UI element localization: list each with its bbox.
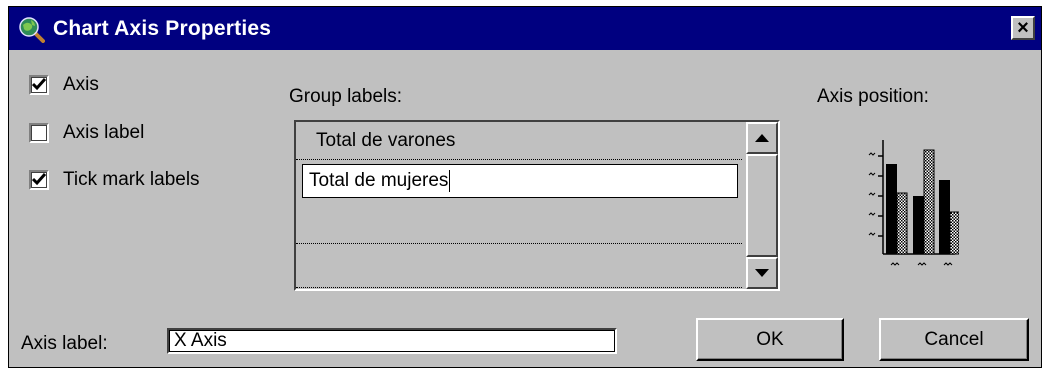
group-labels-list[interactable]: Total de varones Total de mujeres: [294, 120, 780, 291]
cancel-button[interactable]: Cancel: [879, 318, 1029, 361]
group-label-row[interactable]: Total de varones: [296, 122, 742, 160]
cancel-button-label: Cancel: [924, 328, 984, 350]
group-label-row[interactable]: [296, 244, 742, 288]
axis-checkbox[interactable]: [29, 75, 49, 95]
group-label-text: Total de varones: [316, 129, 456, 151]
close-icon: ×: [1017, 17, 1029, 39]
app-globe-icon: [17, 15, 45, 43]
ok-button[interactable]: OK: [696, 318, 844, 361]
close-button[interactable]: ×: [1011, 16, 1035, 40]
axis-position-heading: Axis position:: [817, 86, 929, 107]
axis-position-preview-icon[interactable]: [859, 130, 960, 270]
axis-checkbox-label: Axis: [63, 74, 99, 95]
scroll-thumb[interactable]: [746, 154, 778, 257]
group-label-edit-text: Total de mujeres: [309, 170, 449, 191]
axis-label-input[interactable]: X Axis: [167, 328, 617, 354]
axis-label-checkbox[interactable]: [29, 123, 49, 143]
axis-label-value: X Axis: [174, 330, 227, 351]
ok-button-label: OK: [756, 328, 784, 350]
scroll-up-button[interactable]: [746, 122, 778, 154]
group-label-edit-field[interactable]: Total de mujeres: [302, 164, 738, 198]
group-label-row[interactable]: [296, 202, 742, 244]
scroll-down-button[interactable]: [746, 257, 778, 289]
checkmark-icon: [32, 78, 46, 91]
tick-mark-labels-option[interactable]: Tick mark labels: [29, 168, 200, 192]
axis-label-checkbox-label: Axis label: [63, 122, 145, 143]
group-labels-heading: Group labels:: [289, 86, 403, 107]
tick-mark-labels-checkbox-label: Tick mark labels: [63, 169, 200, 190]
axis-option[interactable]: Axis: [29, 73, 99, 97]
arrow-down-icon: [755, 269, 769, 277]
axis-label-caption: Axis label:: [21, 333, 108, 354]
vertical-scrollbar[interactable]: [746, 122, 778, 289]
title-bar[interactable]: Chart Axis Properties ×: [9, 7, 1041, 50]
text-caret: [449, 170, 451, 192]
checkmark-icon: [32, 173, 46, 186]
dialog-title: Chart Axis Properties: [53, 16, 272, 40]
tick-mark-labels-checkbox[interactable]: [29, 170, 49, 190]
arrow-up-icon: [755, 134, 769, 142]
axis-label-option[interactable]: Axis label: [29, 121, 144, 145]
chart-axis-properties-dialog: Chart Axis Properties × Axis Axis label …: [8, 6, 1042, 368]
